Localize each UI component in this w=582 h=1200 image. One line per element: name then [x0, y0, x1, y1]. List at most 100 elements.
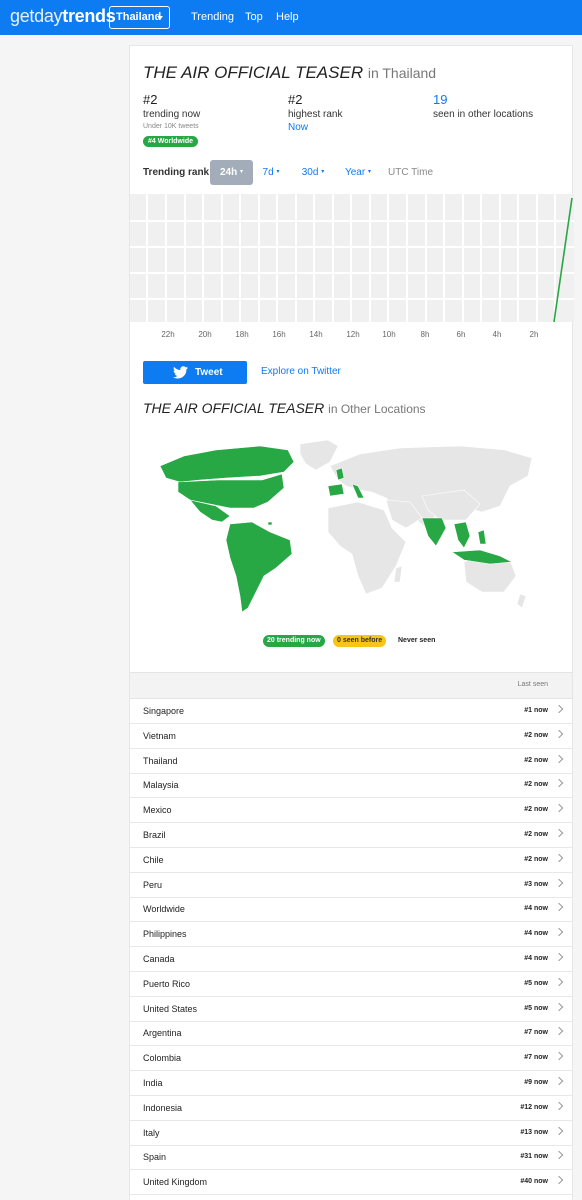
tweet-button[interactable]: Tweet [143, 361, 247, 384]
navbar: getdaytrends Thailand Trending Top Help [0, 0, 582, 35]
location-name: Philippines [143, 929, 187, 940]
location-name: Vietnam [143, 730, 176, 741]
tab-year-label: Year [344, 167, 366, 179]
nav-link-help[interactable]: Help [276, 11, 299, 23]
location-name: Brazil [143, 830, 166, 840]
other-locations-suffix: in Other Locations [328, 402, 426, 416]
location-rank: #2 now [524, 756, 548, 764]
tab-24h[interactable]: 24h ▾ [210, 160, 253, 185]
location-name: Indonesia [143, 1102, 183, 1113]
chart-x-axis: 22h 20h 18h 16h 14h 12h 10h 8h 6h 4h 2h [130, 330, 574, 346]
location-rank: #9 now [524, 1079, 548, 1086]
x-tick: 14h [309, 330, 323, 339]
location-row[interactable]: Puerto Rico #5 now [130, 972, 572, 997]
other-locations-title: THE AIR OFFICIAL TEASER in Other Locatio… [143, 400, 426, 416]
last-seen-header: Last seen [517, 681, 548, 688]
x-tick: 22h [161, 330, 175, 339]
location-row[interactable]: Chile #2 now [130, 848, 572, 873]
stat-highest-rank: #2 highest rank Now [288, 92, 342, 133]
chevron-right-icon [554, 1027, 564, 1036]
x-tick: 4h [492, 330, 502, 339]
location-rank: #12 now [520, 1103, 548, 1111]
location-rank: #2 now [524, 731, 548, 739]
location-name: Chile [143, 854, 164, 865]
x-tick: 2h [529, 330, 539, 339]
tab-7d[interactable]: 7d ▾ [257, 160, 285, 185]
location-row[interactable]: India #9 now [130, 1071, 572, 1096]
location-name: Canada [143, 954, 175, 964]
chevron-right-icon [554, 977, 564, 987]
stat-other-locations[interactable]: 19 seen in other locations [433, 92, 533, 120]
location-rank: #13 now [520, 1128, 548, 1136]
location-row[interactable]: Philippines #4 now [130, 922, 572, 948]
country-dropdown-label: Thailand [116, 11, 162, 23]
chevron-right-icon [554, 1175, 564, 1185]
highest-rank-when: Now [288, 122, 309, 133]
chevron-right-icon [554, 1101, 564, 1111]
country-dropdown[interactable]: Thailand [109, 6, 170, 29]
location-row[interactable]: Peru #3 now [130, 873, 572, 898]
location-row[interactable]: Vietnam #2 now [130, 724, 572, 749]
location-row[interactable]: Argentina #7 now [130, 1021, 572, 1047]
location-row[interactable]: Colombia #7 now [130, 1046, 572, 1072]
location-row[interactable]: Malaysia #2 now [130, 773, 572, 799]
location-rank: #5 now [524, 1004, 548, 1012]
location-name: Argentina [143, 1028, 182, 1039]
dropdown-dot-icon: ▾ [276, 169, 280, 175]
chevron-right-icon [554, 754, 564, 763]
location-rank: #7 now [524, 1029, 548, 1037]
location-rank: #40 now [520, 1178, 548, 1186]
location-row[interactable]: Singapore #1 now [130, 699, 572, 724]
location-row[interactable]: Spain #31 now [130, 1145, 572, 1171]
caret-down-icon [157, 16, 163, 20]
other-locations-trend-name: THE AIR OFFICIAL TEASER [143, 400, 325, 416]
legend-seen-before: 0 seen before [333, 635, 387, 647]
rank-chart [130, 194, 574, 322]
location-row[interactable]: United States #5 now [130, 997, 572, 1022]
location-row[interactable]: Thailand #2 now [130, 749, 572, 774]
nav-link-trending[interactable]: Trending [191, 11, 234, 23]
dropdown-dot-icon: ▾ [240, 169, 244, 175]
location-name: Malaysia [143, 780, 179, 791]
location-row[interactable]: Indonesia #12 now [130, 1096, 572, 1121]
explore-twitter-link[interactable]: Explore on Twitter [261, 366, 341, 377]
brand-logo-part-1: getday [10, 6, 63, 26]
location-row[interactable]: Italy #13 now [130, 1121, 572, 1146]
location-name: Italy [143, 1127, 160, 1138]
location-row[interactable]: Canada #4 now [130, 947, 572, 972]
x-tick: 8h [420, 330, 430, 339]
rank-tabs: Trending rank: 24h ▾ 7d ▾ 30d ▾ Year ▾ U… [143, 160, 563, 185]
location-rank: #7 now [524, 1054, 548, 1062]
x-tick: 20h [198, 330, 212, 339]
location-row[interactable]: Worldwide #4 now [130, 897, 572, 923]
location-rank: #2 now [524, 855, 548, 863]
location-row[interactable]: Mexico #2 now [130, 798, 572, 824]
rank-tabs-label: Trending rank: [143, 167, 213, 178]
x-tick: 18h [235, 330, 249, 339]
location-rank: #4 now [524, 955, 548, 962]
x-tick: 16h [272, 330, 286, 339]
chevron-right-icon [554, 1051, 564, 1061]
brand-logo[interactable]: getdaytrends [10, 6, 116, 27]
world-map [160, 439, 533, 613]
location-name: Mexico [143, 805, 172, 816]
location-rank: #2 now [524, 806, 548, 814]
x-tick: 6h [456, 330, 466, 339]
rank-line [553, 197, 573, 322]
tab-30d[interactable]: 30d ▾ [296, 160, 330, 185]
chart-grid [130, 194, 574, 322]
nav-link-top[interactable]: Top [245, 11, 263, 23]
tab-year[interactable]: Year ▾ [339, 160, 377, 185]
location-rank: #1 now [524, 707, 548, 714]
map-land-never-seen [299, 439, 533, 609]
twitter-bird-icon [173, 366, 188, 379]
location-name: Colombia [143, 1053, 182, 1064]
chevron-right-icon [554, 853, 564, 863]
chevron-right-icon [554, 952, 564, 962]
worldwide-badge[interactable]: #4 Worldwide [143, 136, 198, 147]
location-rank: #2 now [524, 781, 548, 789]
location-name: United Kingdom [143, 1177, 208, 1188]
location-row[interactable]: Brazil #2 now [130, 823, 572, 848]
location-rank: #4 now [524, 930, 548, 938]
location-row[interactable]: United Kingdom #40 now [130, 1170, 572, 1196]
